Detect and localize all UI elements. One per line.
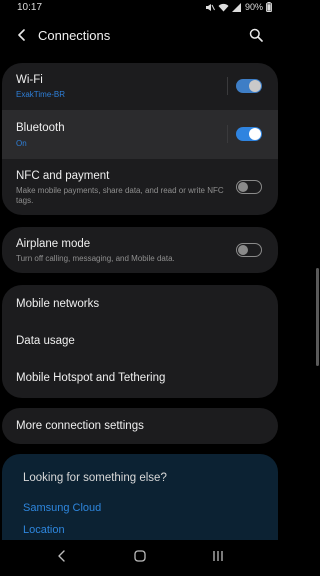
back-button[interactable] <box>10 25 34 49</box>
search-button[interactable] <box>244 25 268 49</box>
bluetooth-row[interactable]: Bluetooth On <box>2 110 278 159</box>
data-usage-title: Data usage <box>16 335 75 347</box>
more-settings-title: More connection settings <box>16 420 144 432</box>
connections-toggles-card: Wi-Fi ExakTime-BR Bluetooth On NFC and p… <box>2 63 278 215</box>
nav-back-button[interactable] <box>50 548 74 568</box>
airplane-row[interactable]: Airplane mode Turn off calling, messagin… <box>2 227 278 273</box>
navigation-bar <box>0 540 280 576</box>
networks-card: Mobile networks Data usage Mobile Hotspo… <box>2 285 278 398</box>
nfc-toggle[interactable] <box>236 180 262 194</box>
scrollbar[interactable] <box>316 268 319 366</box>
airplane-title: Airplane mode <box>16 238 91 250</box>
back-arrow-icon <box>16 28 28 46</box>
wifi-toggle[interactable] <box>236 79 262 93</box>
wifi-row[interactable]: Wi-Fi ExakTime-BR <box>2 63 278 110</box>
battery-icon <box>266 2 272 12</box>
location-link[interactable]: Location <box>23 524 65 536</box>
hotspot-row[interactable]: Mobile Hotspot and Tethering <box>2 360 278 398</box>
bluetooth-divider <box>227 125 228 143</box>
bluetooth-title: Bluetooth <box>16 122 65 134</box>
nav-recents-icon <box>212 549 224 567</box>
toggle-knob <box>238 181 248 192</box>
hotspot-title: Mobile Hotspot and Tethering <box>16 372 166 384</box>
more-settings-row[interactable]: More connection settings <box>2 408 278 444</box>
page-title: Connections <box>38 28 111 43</box>
airplane-toggle[interactable] <box>236 243 262 257</box>
signal-icon <box>231 2 242 12</box>
data-usage-row[interactable]: Data usage <box>2 323 278 360</box>
bluetooth-toggle[interactable] <box>236 127 262 141</box>
wifi-network-name: ExakTime-BR <box>16 90 66 99</box>
wifi-divider <box>227 77 228 95</box>
toggle-knob <box>249 80 261 92</box>
nav-recents-button[interactable] <box>206 548 230 568</box>
search-icon <box>249 28 263 47</box>
more-settings-card: More connection settings <box>2 408 278 444</box>
status-time: 10:17 <box>17 2 43 13</box>
app-header: Connections <box>0 17 280 57</box>
status-bar: 10:17 90% <box>0 0 280 17</box>
mute-icon <box>205 3 215 12</box>
airplane-card: Airplane mode Turn off calling, messagin… <box>2 227 278 273</box>
suggestions-panel: Looking for something else? Samsung Clou… <box>2 454 278 550</box>
nav-home-button[interactable] <box>128 548 152 568</box>
nfc-description: Make mobile payments, share data, and re… <box>16 186 224 205</box>
nav-back-icon <box>57 549 67 567</box>
toggle-knob <box>249 128 261 140</box>
mobile-networks-row[interactable]: Mobile networks <box>2 285 278 323</box>
wifi-icon <box>218 3 229 12</box>
status-icons: 90% <box>205 2 272 12</box>
airplane-description: Turn off calling, messaging, and Mobile … <box>16 254 175 263</box>
samsung-cloud-link[interactable]: Samsung Cloud <box>23 502 101 514</box>
bluetooth-status: On <box>16 139 27 148</box>
battery-text: 90% <box>244 2 263 12</box>
nfc-title: NFC and payment <box>16 170 110 182</box>
nav-home-icon <box>134 549 146 567</box>
suggestions-title: Looking for something else? <box>23 472 167 484</box>
wifi-title: Wi-Fi <box>16 74 43 86</box>
toggle-knob <box>238 244 248 255</box>
nfc-row[interactable]: NFC and payment Make mobile payments, sh… <box>2 159 278 215</box>
mobile-networks-title: Mobile networks <box>16 298 100 310</box>
